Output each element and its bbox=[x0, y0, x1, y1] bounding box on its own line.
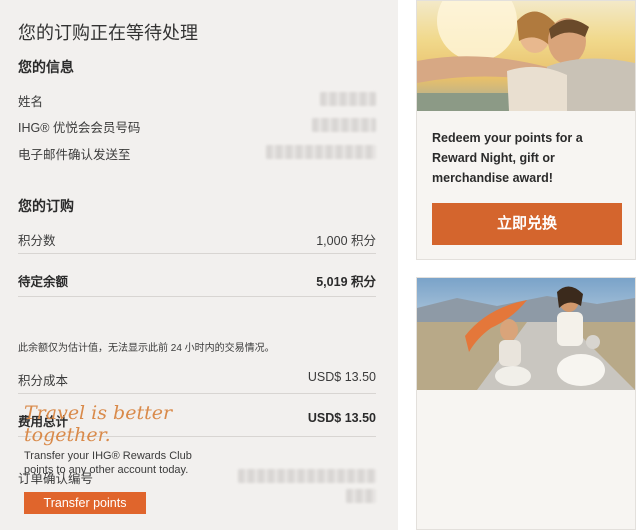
pending-balance-value: 5,019 积分 bbox=[316, 275, 376, 289]
email-redacted bbox=[266, 145, 376, 159]
couple-photo bbox=[417, 1, 635, 111]
total-value: USD$ 13.50 bbox=[307, 411, 376, 425]
points-label: 积分数 bbox=[18, 234, 56, 248]
page-title: 您的订购正在等待处理 bbox=[18, 23, 198, 44]
pending-balance-label: 待定余额 bbox=[18, 275, 69, 289]
cost-label: 积分成本 bbox=[18, 374, 69, 388]
divider bbox=[18, 393, 376, 394]
redeem-now-button[interactable]: 立即兑换 bbox=[432, 203, 622, 245]
points-value: 1,000 积分 bbox=[316, 234, 376, 248]
confirmation-redacted bbox=[346, 489, 376, 503]
name-label: 姓名 bbox=[18, 95, 44, 109]
name-row: 姓名 bbox=[18, 88, 376, 110]
confirmation-redacted bbox=[238, 469, 376, 483]
transfer-promo-card bbox=[416, 277, 636, 530]
cost-row: 积分成本 USD$ 13.50 bbox=[18, 367, 376, 389]
redeem-promo-text: Redeem your points for a Reward Night, g… bbox=[432, 131, 583, 185]
email-label: 电子邮件确认发送至 bbox=[18, 148, 131, 162]
pending-balance-row: 待定余额 5,019 积分 bbox=[18, 268, 376, 290]
balance-note: 此余额仅为估计值，无法显示此前 24 小时内的交易情况。 bbox=[18, 343, 275, 354]
transfer-promo-text: Transfer your IHG® Rewards Club points t… bbox=[24, 450, 192, 476]
divider bbox=[18, 296, 376, 297]
cost-value: USD$ 13.50 bbox=[307, 370, 376, 384]
member-number-redacted bbox=[312, 118, 376, 132]
points-row: 积分数 1,000 积分 bbox=[18, 227, 376, 249]
scooter-photo-illustration bbox=[417, 286, 635, 390]
email-row: 电子邮件确认发送至 bbox=[18, 141, 376, 163]
travel-better-together-title: Travel is better together. bbox=[24, 402, 173, 446]
name-redacted bbox=[320, 92, 376, 106]
couple-photo-illustration bbox=[417, 1, 635, 111]
info-section-title: 您的信息 bbox=[18, 59, 74, 75]
scooter-photo bbox=[417, 278, 635, 390]
member-number-row: IHG® 优悦会会员号码 bbox=[18, 114, 376, 136]
divider bbox=[18, 253, 376, 254]
transfer-points-button[interactable]: Transfer points bbox=[24, 492, 146, 514]
purchase-section-title: 您的订购 bbox=[18, 198, 74, 214]
member-number-label: IHG® 优悦会会员号码 bbox=[18, 121, 141, 135]
redeem-promo-card: Redeem your points for a Reward Night, g… bbox=[416, 0, 636, 260]
